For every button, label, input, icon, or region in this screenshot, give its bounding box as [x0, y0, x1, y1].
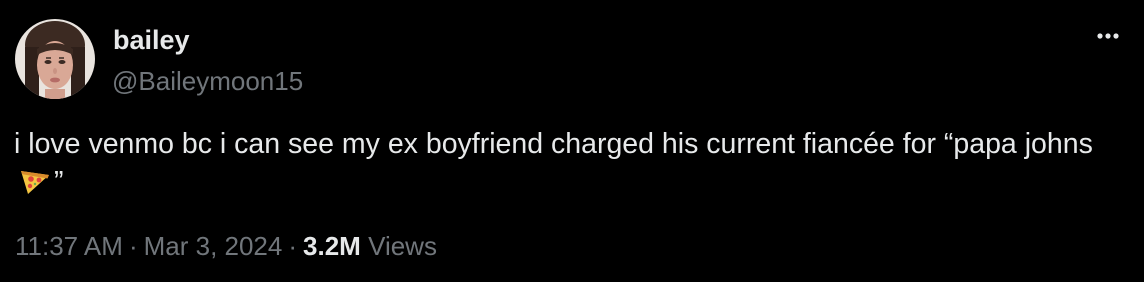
more-options-icon[interactable]: [1094, 22, 1122, 50]
avatar[interactable]: [15, 19, 95, 99]
views-label: Views: [368, 231, 437, 261]
meta-separator: ·: [128, 231, 138, 261]
tweet-text-closing-quote: ”: [54, 166, 64, 198]
tweet-time[interactable]: 11:37 AM: [15, 231, 123, 261]
tweet-text-main: i love venmo bc i can see my ex boyfrien…: [14, 128, 1093, 160]
author-display-name[interactable]: bailey: [113, 24, 190, 56]
tweet-date[interactable]: Mar 3, 2024: [144, 231, 283, 261]
views-count: 3.2M: [303, 231, 361, 261]
tweet: bailey @Baileymoon15 i love venmo bc i c…: [0, 0, 1144, 282]
tweet-meta: 11:37 AM · Mar 3, 2024 · 3.2M Views: [15, 229, 437, 263]
author-handle[interactable]: @Baileymoon15: [112, 65, 303, 97]
pizza-emoji-icon: [18, 167, 52, 197]
meta-separator: ·: [288, 231, 298, 261]
tweet-text: i love venmo bc i can see my ex boyfrien…: [14, 125, 1124, 201]
